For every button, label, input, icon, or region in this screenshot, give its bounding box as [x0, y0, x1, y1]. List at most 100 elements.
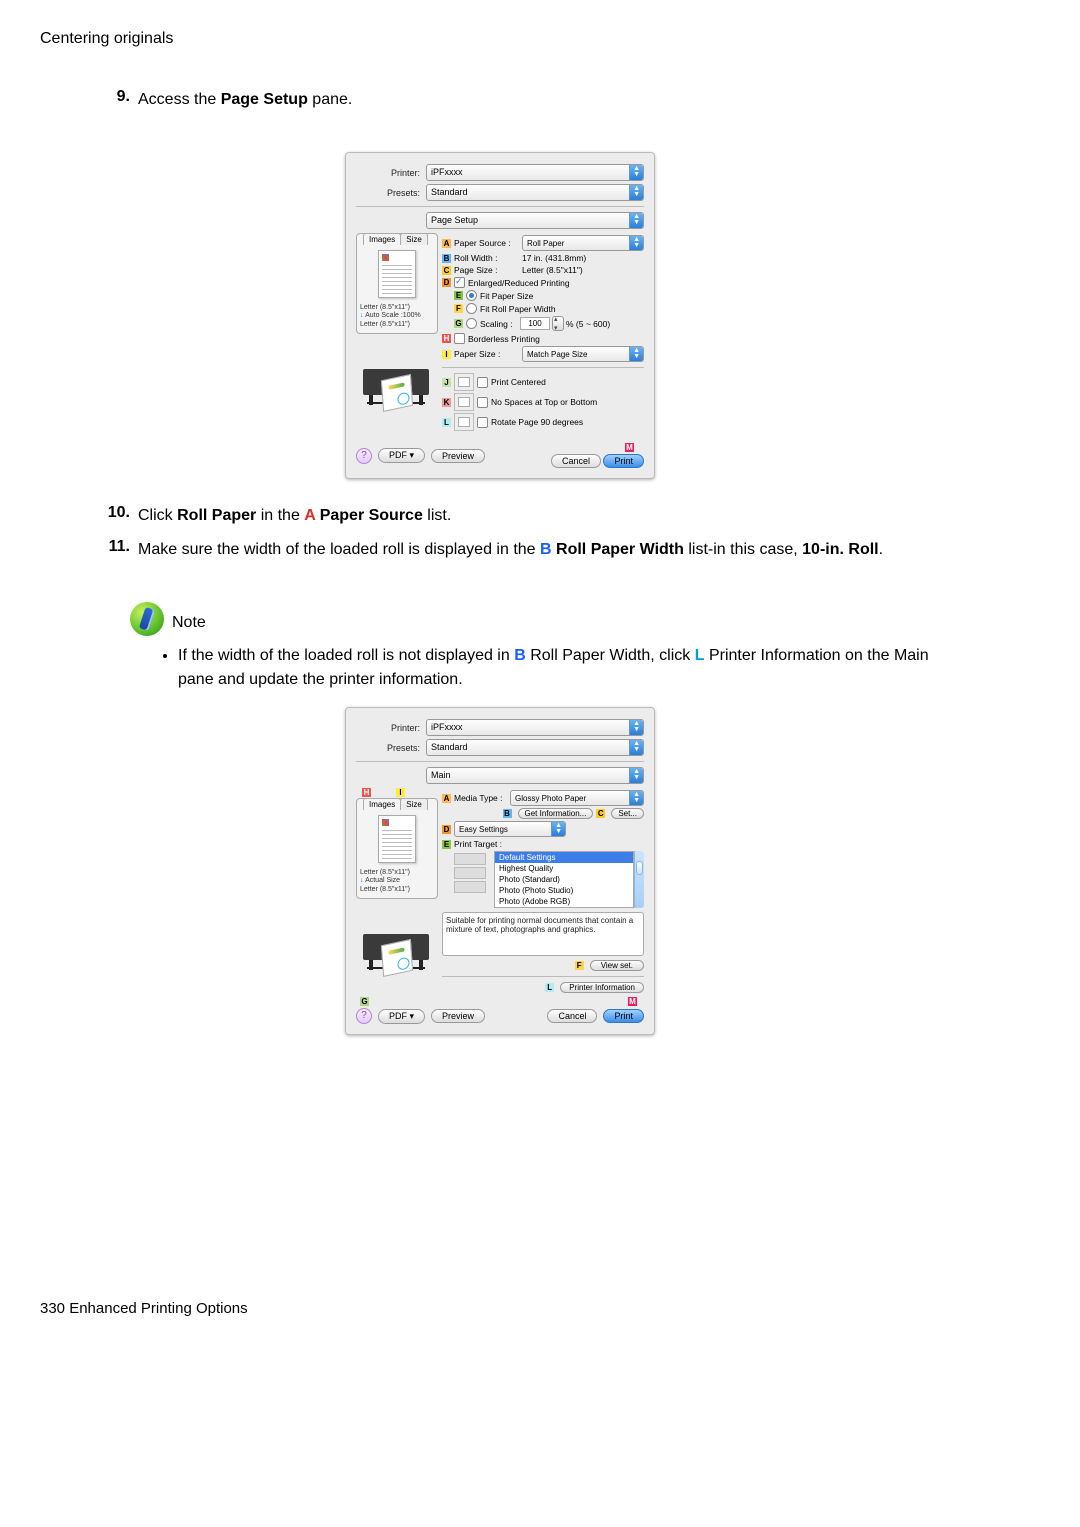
- roll-width-label: Roll Width :: [454, 253, 522, 263]
- fit-roll-width-radio[interactable]: [466, 303, 477, 314]
- preview-info: Letter (8.5"x11") ↓ Auto Scale :100% Let…: [357, 302, 437, 333]
- scaling-radio[interactable]: [466, 318, 477, 329]
- borderless-label: Borderless Printing: [468, 334, 540, 344]
- pdf-button[interactable]: PDF ▾: [378, 448, 425, 463]
- easy-settings-select[interactable]: Easy Settings▲▼: [454, 821, 566, 837]
- paper-preview-icon-2: [378, 815, 416, 863]
- preview-button[interactable]: Preview: [431, 449, 485, 463]
- scaling-stepper[interactable]: [552, 316, 564, 331]
- print-button-2[interactable]: Print: [603, 1009, 644, 1023]
- enlarged-reduced-checkbox[interactable]: [454, 277, 465, 288]
- scaling-label: Scaling :: [480, 319, 520, 329]
- print-target-thumbs: [454, 851, 490, 908]
- preview-info-2: Letter (8.5"x11") ↓ Actual Size Letter (…: [357, 867, 437, 898]
- page-setup-dialog: Printer: iPFxxxx▲▼ Presets: Standard▲▼ P…: [345, 152, 655, 479]
- cancel-button-2[interactable]: Cancel: [547, 1009, 597, 1023]
- main-dialog: Printer: iPFxxxx▲▼ Presets: Standard▲▼ M…: [345, 707, 655, 1035]
- help-button[interactable]: ?: [356, 448, 372, 464]
- tag-H-2: H: [362, 788, 371, 797]
- paper-size2-label: Paper Size :: [454, 349, 522, 359]
- tag-A-2: A: [442, 794, 451, 803]
- presets-label: Presets:: [356, 188, 426, 198]
- print-target-label: Print Target :: [454, 839, 502, 849]
- print-centered-checkbox[interactable]: [477, 377, 488, 388]
- printer-select-2[interactable]: iPFxxxx▲▼: [426, 719, 644, 736]
- scaling-input[interactable]: 100: [520, 317, 550, 330]
- step-9-text: Access the Page Setup pane.: [138, 88, 960, 112]
- footer-section: Enhanced Printing Options: [69, 1300, 247, 1317]
- tab-size[interactable]: Size: [400, 233, 428, 245]
- set-button[interactable]: Set...: [611, 808, 644, 819]
- page-number: 330: [40, 1300, 65, 1317]
- rotate90-label: Rotate Page 90 degrees: [491, 417, 583, 427]
- page-size-value: Letter (8.5"x11"): [522, 265, 583, 275]
- print-centered-label: Print Centered: [491, 377, 546, 387]
- list-item[interactable]: Highest Quality: [495, 863, 633, 874]
- tag-E: E: [454, 291, 463, 300]
- page-footer: 330 Enhanced Printing Options: [40, 1300, 960, 1317]
- help-button-2[interactable]: ?: [356, 1008, 372, 1024]
- presets-select-2[interactable]: Standard▲▼: [426, 739, 644, 756]
- print-centered-icon: [454, 373, 474, 391]
- tab-images-2[interactable]: Images: [363, 798, 401, 810]
- tag-M: M: [625, 443, 634, 452]
- cancel-button[interactable]: Cancel: [551, 454, 601, 468]
- media-type-label: Media Type :: [454, 793, 510, 803]
- tag-C: C: [442, 266, 451, 275]
- no-spaces-label: No Spaces at Top or Bottom: [491, 397, 597, 407]
- tag-C-2: C: [596, 809, 605, 818]
- tab-size-2[interactable]: Size: [400, 798, 428, 810]
- step-9: 9. Access the Page Setup pane.: [100, 88, 960, 112]
- tag-H: H: [442, 334, 451, 343]
- tag-M-2: M: [628, 997, 637, 1006]
- step-10-number: 10.: [100, 504, 130, 522]
- tab-images[interactable]: Images: [363, 233, 401, 245]
- note-block: Note If the width of the loaded roll is …: [130, 602, 960, 692]
- media-type-select[interactable]: Glossy Photo Paper▲▼: [510, 790, 644, 806]
- list-item[interactable]: Photo (Adobe RGB): [495, 896, 633, 907]
- print-button[interactable]: Print: [603, 454, 644, 468]
- listbox-scrollbar[interactable]: [634, 851, 644, 908]
- tag-I: I: [442, 350, 451, 359]
- step-11: 11. Make sure the width of the loaded ro…: [100, 538, 960, 562]
- rotate90-icon: [454, 413, 474, 431]
- tag-J: J: [442, 378, 451, 387]
- tag-L-2: L: [545, 983, 554, 992]
- list-item[interactable]: Photo (Photo Studio): [495, 885, 633, 896]
- fit-paper-size-label: Fit Paper Size: [480, 291, 533, 301]
- pdf-button-2[interactable]: PDF ▾: [378, 1009, 425, 1024]
- get-information-button[interactable]: Get Information...: [518, 808, 594, 819]
- pane-select[interactable]: Page Setup▲▼: [426, 212, 644, 229]
- preview-button-2[interactable]: Preview: [431, 1009, 485, 1023]
- list-item[interactable]: Photo (Standard): [495, 874, 633, 885]
- presets-select[interactable]: Standard▲▼: [426, 184, 644, 201]
- roll-width-value: 17 in. (431.8mm): [522, 253, 586, 263]
- tag-F: F: [454, 304, 463, 313]
- view-set-button[interactable]: View set.: [590, 960, 644, 971]
- tag-G: G: [454, 319, 463, 328]
- print-target-description: Suitable for printing normal documents t…: [442, 912, 644, 956]
- fit-roll-width-label: Fit Roll Paper Width: [480, 304, 556, 314]
- borderless-checkbox[interactable]: [454, 333, 465, 344]
- no-spaces-checkbox[interactable]: [477, 397, 488, 408]
- step-10: 10. Click Roll Paper in the A Paper Sour…: [100, 504, 960, 528]
- paper-size2-select[interactable]: Match Page Size▲▼: [522, 346, 644, 362]
- note-bullet: If the width of the loaded roll is not d…: [178, 644, 960, 692]
- no-spaces-icon: [454, 393, 474, 411]
- list-item[interactable]: Default Settings: [495, 852, 633, 863]
- print-target-listbox[interactable]: Default Settings Highest Quality Photo (…: [494, 851, 634, 908]
- tag-B-2: B: [503, 809, 512, 818]
- paper-preview-icon: [378, 250, 416, 298]
- pane-select-2[interactable]: Main▲▼: [426, 767, 644, 784]
- rotate90-checkbox[interactable]: [477, 417, 488, 428]
- printer-information-button[interactable]: Printer Information: [560, 982, 644, 993]
- page-title: Centering originals: [40, 30, 960, 48]
- fit-paper-size-radio[interactable]: [466, 290, 477, 301]
- note-label: Note: [172, 614, 206, 636]
- preview-tabbox-2: Images Size Letter (8.5"x11") ↓ Actual S…: [356, 798, 438, 899]
- printer-select[interactable]: iPFxxxx▲▼: [426, 164, 644, 181]
- step-11-text: Make sure the width of the loaded roll i…: [138, 538, 960, 562]
- paper-source-select[interactable]: Roll Paper▲▼: [522, 235, 644, 251]
- tag-G-2: G: [360, 997, 369, 1006]
- tag-D: D: [442, 278, 451, 287]
